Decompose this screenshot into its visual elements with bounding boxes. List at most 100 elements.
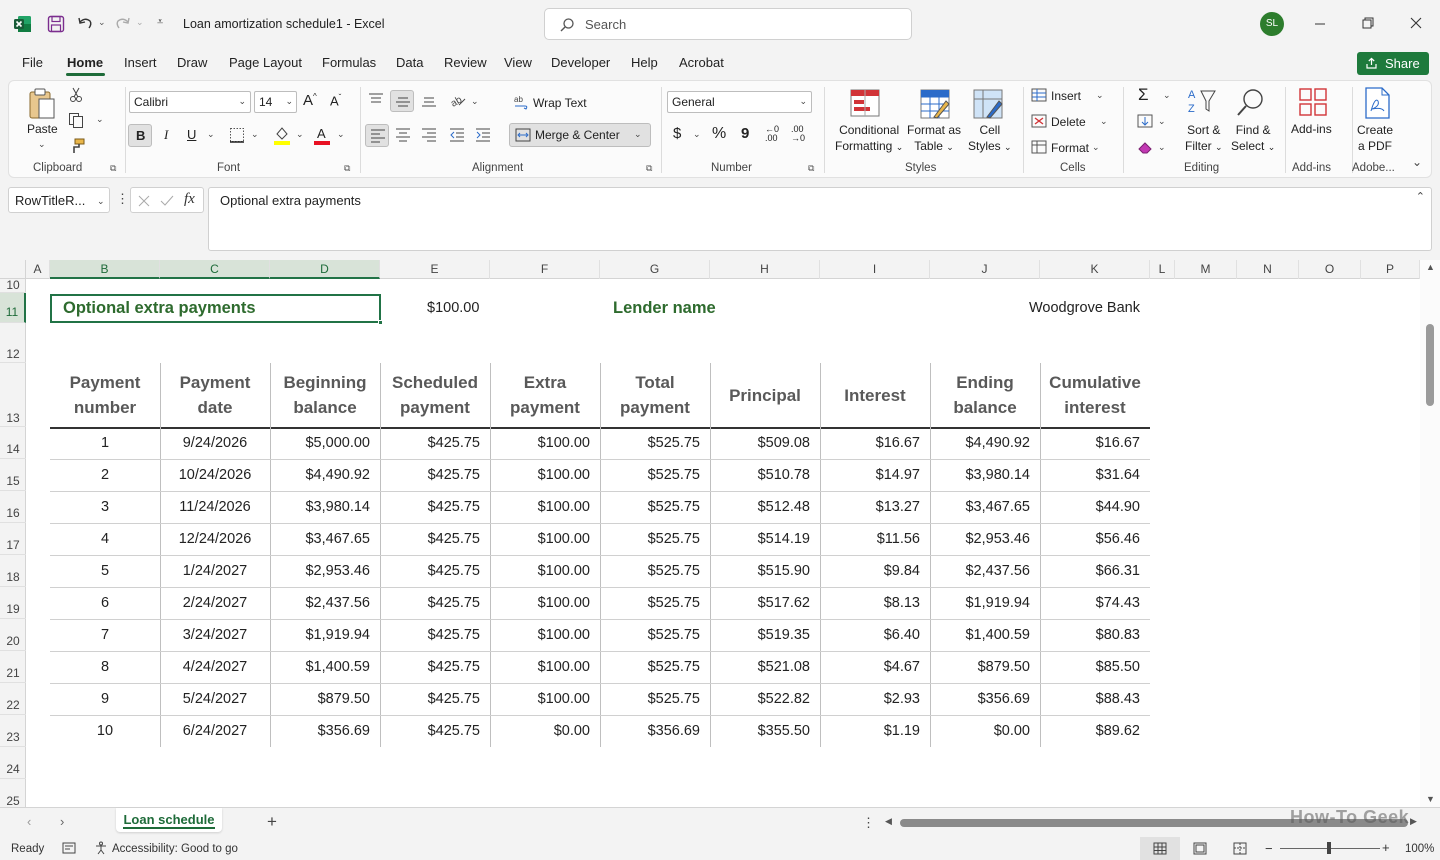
table-cell[interactable]: $0.00 xyxy=(930,723,1030,739)
save-icon[interactable] xyxy=(47,15,65,33)
table-cell[interactable]: $522.82 xyxy=(710,691,810,707)
table-header-cell[interactable]: Ending balance xyxy=(930,363,1040,427)
table-cell[interactable]: $425.75 xyxy=(380,435,480,451)
row-header-17[interactable]: 17 xyxy=(0,523,26,555)
find-select-label[interactable]: Find & Select ⌄ xyxy=(1231,122,1275,155)
table-cell[interactable]: $4.67 xyxy=(820,659,920,675)
tab-data[interactable]: Data xyxy=(396,55,423,70)
table-cell[interactable]: $879.50 xyxy=(270,691,370,707)
table-cell[interactable]: 3/24/2027 xyxy=(160,627,270,643)
row-header-24[interactable]: 24 xyxy=(0,747,26,779)
table-cell[interactable]: $425.75 xyxy=(380,595,480,611)
column-header-a[interactable]: A xyxy=(26,260,50,279)
table-cell[interactable]: $525.75 xyxy=(600,627,700,643)
table-cell[interactable]: $425.75 xyxy=(380,499,480,515)
zoom-level[interactable]: 100% xyxy=(1405,843,1434,855)
table-cell[interactable]: $80.83 xyxy=(1040,627,1140,643)
increase-indent-icon[interactable] xyxy=(475,128,491,142)
table-cell[interactable]: $100.00 xyxy=(490,691,590,707)
table-cell[interactable]: $525.75 xyxy=(600,659,700,675)
comma-style-button[interactable]: 9 xyxy=(741,125,749,142)
scroll-left-icon[interactable]: ◀ xyxy=(885,816,892,827)
font-launcher-icon[interactable]: ⧉ xyxy=(344,163,350,174)
table-cell[interactable]: 10 xyxy=(50,723,160,739)
tab-insert[interactable]: Insert xyxy=(124,55,157,70)
table-cell[interactable]: $425.75 xyxy=(380,531,480,547)
table-cell[interactable]: $100.00 xyxy=(490,659,590,675)
table-cell[interactable]: $2,953.46 xyxy=(930,531,1030,547)
cut-icon[interactable] xyxy=(69,87,83,103)
row-header-13[interactable]: 13 xyxy=(0,363,26,427)
table-cell[interactable]: $519.35 xyxy=(710,627,810,643)
conditional-formatting-label[interactable]: Conditional Formatting ⌄ xyxy=(835,122,903,155)
insert-function-icon[interactable]: fx xyxy=(184,191,195,208)
table-cell[interactable]: 6/24/2027 xyxy=(160,723,270,739)
align-center-icon[interactable] xyxy=(395,128,411,142)
italic-button[interactable]: I xyxy=(164,127,168,143)
table-cell[interactable]: $1,400.59 xyxy=(930,627,1030,643)
table-cell[interactable]: $16.67 xyxy=(1040,435,1140,451)
cell-styles-icon[interactable] xyxy=(973,89,1003,119)
table-cell[interactable]: $525.75 xyxy=(600,467,700,483)
top-align-icon[interactable] xyxy=(368,93,384,107)
table-cell[interactable]: $85.50 xyxy=(1040,659,1140,675)
table-cell[interactable]: $525.75 xyxy=(600,499,700,515)
format-cells-label[interactable]: Format xyxy=(1051,141,1089,155)
column-header-i[interactable]: I xyxy=(820,260,930,279)
table-cell[interactable]: $74.43 xyxy=(1040,595,1140,611)
tab-developer[interactable]: Developer xyxy=(551,55,610,70)
table-cell[interactable]: 2 xyxy=(50,467,160,483)
column-header-h[interactable]: H xyxy=(710,260,820,279)
undo-dropdown-icon[interactable]: ⌄ xyxy=(98,17,106,28)
row-header-18[interactable]: 18 xyxy=(0,555,26,587)
table-header-cell[interactable]: Scheduled payment xyxy=(380,363,490,427)
increase-decimal-icon[interactable]: ←0.00 xyxy=(765,125,779,143)
name-box[interactable]: RowTitleR... ⌄ xyxy=(8,187,110,213)
font-color-icon[interactable]: A xyxy=(313,125,331,145)
table-cell[interactable]: $525.75 xyxy=(600,691,700,707)
sheet-tab-loan-schedule[interactable]: Loan schedule xyxy=(116,808,222,832)
table-cell[interactable]: $100.00 xyxy=(490,435,590,451)
table-cell[interactable]: $425.75 xyxy=(380,627,480,643)
table-cell[interactable]: 12/24/2026 xyxy=(160,531,270,547)
decrease-indent-icon[interactable] xyxy=(449,128,465,142)
middle-align-button[interactable] xyxy=(390,90,414,112)
orientation-icon[interactable]: ab xyxy=(449,92,467,108)
column-header-j[interactable]: J xyxy=(930,260,1040,279)
align-left-button[interactable] xyxy=(365,124,389,147)
sort-filter-icon[interactable]: AZ xyxy=(1187,87,1217,117)
search-box[interactable]: Search xyxy=(544,8,912,40)
delete-dropdown-icon[interactable]: ⌄ xyxy=(1100,116,1108,127)
delete-cells-icon[interactable] xyxy=(1031,114,1047,128)
table-cell[interactable]: $16.67 xyxy=(820,435,920,451)
row-header-12[interactable]: 12 xyxy=(0,323,26,363)
table-cell[interactable]: $525.75 xyxy=(600,563,700,579)
table-cell[interactable]: $2,953.46 xyxy=(270,563,370,579)
table-cell[interactable]: $88.43 xyxy=(1040,691,1140,707)
tab-formulas[interactable]: Formulas xyxy=(322,55,376,70)
row-header-14[interactable]: 14 xyxy=(0,427,26,459)
table-cell[interactable]: $509.08 xyxy=(710,435,810,451)
table-cell[interactable]: $515.90 xyxy=(710,563,810,579)
decrease-decimal-icon[interactable]: .00 →0 xyxy=(791,125,805,143)
vertical-scroll-thumb[interactable] xyxy=(1426,324,1434,406)
table-cell[interactable]: $6.40 xyxy=(820,627,920,643)
column-header-e[interactable]: E xyxy=(380,260,490,279)
table-header-cell[interactable]: Cumulative interest xyxy=(1040,363,1150,427)
table-cell[interactable]: $1,919.94 xyxy=(930,595,1030,611)
font-color-dropdown-icon[interactable]: ⌄ xyxy=(337,129,345,140)
table-cell[interactable]: $525.75 xyxy=(600,435,700,451)
tab-acrobat[interactable]: Acrobat xyxy=(679,55,724,70)
table-cell[interactable]: 5/24/2027 xyxy=(160,691,270,707)
next-sheet-icon[interactable]: › xyxy=(60,814,64,829)
table-cell[interactable]: $517.62 xyxy=(710,595,810,611)
format-as-table-icon[interactable] xyxy=(920,89,950,119)
macro-record-icon[interactable] xyxy=(62,842,76,854)
clipboard-launcher-icon[interactable]: ⧉ xyxy=(110,163,116,174)
table-cell[interactable]: 11/24/2026 xyxy=(160,499,270,515)
fill-color-icon[interactable] xyxy=(273,125,291,145)
underline-dropdown-icon[interactable]: ⌄ xyxy=(207,129,215,140)
table-cell[interactable]: $355.50 xyxy=(710,723,810,739)
accessibility-icon[interactable] xyxy=(94,841,108,855)
zoom-in-button[interactable]: + xyxy=(1382,840,1390,855)
